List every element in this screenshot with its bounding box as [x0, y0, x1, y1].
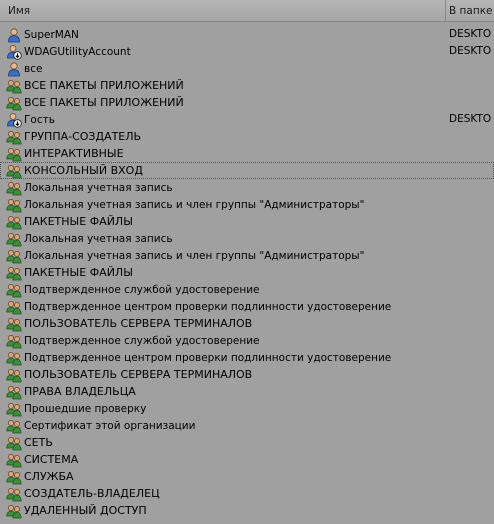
group-icon: [6, 350, 22, 366]
list-item[interactable]: ПОЛЬЗОВАТЕЛЬ СЕРВЕРА ТЕРМИНАЛОВ: [0, 315, 494, 332]
list-item[interactable]: Локальная учетная запись: [0, 230, 494, 247]
group-icon: [6, 316, 22, 332]
user-icon: [6, 27, 22, 43]
list-item-name: Подтвержденное центром проверки подлинно…: [24, 300, 392, 313]
group-icon: [6, 503, 22, 519]
group-icon: [6, 486, 22, 502]
user-group-list[interactable]: SuperMAN DESKTO WDAGUtilityAccount DESKTO вс…: [0, 22, 494, 524]
list-item[interactable]: WDAGUtilityAccount DESKTO: [0, 43, 494, 60]
list-item-name: ГРУППА-СОЗДАТЕЛЬ: [24, 130, 142, 143]
group-icon: [6, 163, 22, 179]
group-icon: [6, 469, 22, 485]
list-item[interactable]: КОНСОЛЬНЫЙ ВХОД: [0, 162, 494, 179]
group-icon: [6, 214, 22, 230]
list-item[interactable]: СЕТЬ: [0, 434, 494, 451]
list-item[interactable]: Подтвержденное центром проверки подлинно…: [0, 349, 494, 366]
group-icon: [6, 265, 22, 281]
list-item[interactable]: СЛУЖБА: [0, 468, 494, 485]
list-item[interactable]: ИНТЕРАКТИВНЫЕ: [0, 145, 494, 162]
list-item[interactable]: SuperMAN DESKTO: [0, 26, 494, 43]
list-item-name: Подтвержденное службой удостоверение: [24, 334, 260, 347]
list-item-name: Локальная учетная запись и член группы "…: [24, 249, 365, 262]
list-item-name: СОЗДАТЕЛЬ-ВЛАДЕЛЕЦ: [24, 487, 160, 500]
list-item-name: Подтвержденное центром проверки подлинно…: [24, 351, 392, 364]
group-icon: [6, 452, 22, 468]
list-item-name: ИНТЕРАКТИВНЫЕ: [24, 147, 124, 160]
list-item-name: СЕТЬ: [24, 436, 53, 449]
group-icon: [6, 78, 22, 94]
list-item-name: СЛУЖБА: [24, 470, 74, 483]
list-item[interactable]: ПАКЕТНЫЕ ФАЙЛЫ: [0, 213, 494, 230]
list-item-name: Прошедшие проверку: [24, 402, 147, 415]
list-item[interactable]: ПРАВА ВЛАДЕЛЬЦА: [0, 383, 494, 400]
group-icon: [6, 367, 22, 383]
list-item[interactable]: все: [0, 60, 494, 77]
list-item[interactable]: СОЗДАТЕЛЬ-ВЛАДЕЛЕЦ: [0, 485, 494, 502]
list-item-name: ПОЛЬЗОВАТЕЛЬ СЕРВЕРА ТЕРМИНАЛОВ: [24, 368, 253, 381]
list-item[interactable]: ПОЛЬЗОВАТЕЛЬ СЕРВЕРА ТЕРМИНАЛОВ: [0, 366, 494, 383]
list-item[interactable]: Подтвержденное службой удостоверение: [0, 332, 494, 349]
group-icon: [6, 231, 22, 247]
group-icon: [6, 248, 22, 264]
list-item[interactable]: Локальная учетная запись: [0, 179, 494, 196]
user-icon: [6, 61, 22, 77]
list-item-name: WDAGUtilityAccount: [24, 45, 131, 58]
list-item[interactable]: Подтвержденное службой удостоверение: [0, 281, 494, 298]
column-header-name[interactable]: Имя: [0, 0, 446, 21]
list-item-folder: DESKTO: [449, 28, 492, 40]
list-item[interactable]: СИСТЕМА: [0, 451, 494, 468]
list-item-name: Подтвержденное службой удостоверение: [24, 283, 260, 296]
list-item-name: Гость: [24, 113, 55, 126]
column-header-folder[interactable]: В папке: [447, 0, 494, 21]
list-item-name: ПРАВА ВЛАДЕЛЬЦА: [24, 385, 136, 398]
list-item-name: Локальная учетная запись: [24, 232, 173, 245]
list-item[interactable]: ВСЕ ПАКЕТЫ ПРИЛОЖЕНИЙ: [0, 77, 494, 94]
list-item-name: СИСТЕМА: [24, 453, 79, 466]
list-item-name: ПОЛЬЗОВАТЕЛЬ СЕРВЕРА ТЕРМИНАЛОВ: [24, 317, 253, 330]
group-icon: [6, 401, 22, 417]
list-item[interactable]: УДАЛЕННЫЙ ДОСТУП: [0, 502, 494, 519]
list-item[interactable]: Подтвержденное центром проверки подлинно…: [0, 298, 494, 315]
list-item-name: ВСЕ ПАКЕТЫ ПРИЛОЖЕНИЙ: [24, 96, 184, 109]
list-item-name: Сертификат этой организации: [24, 419, 196, 432]
list-item-name: ВСЕ ПАКЕТЫ ПРИЛОЖЕНИЙ: [24, 79, 184, 92]
list-item-name: УДАЛЕННЫЙ ДОСТУП: [24, 504, 147, 517]
group-icon: [6, 95, 22, 111]
list-item-name: КОНСОЛЬНЫЙ ВХОД: [24, 164, 143, 177]
list-item-name: все: [24, 62, 43, 75]
group-icon: [6, 180, 22, 196]
group-icon: [6, 197, 22, 213]
group-icon: [6, 418, 22, 434]
list-item[interactable]: Локальная учетная запись и член группы "…: [0, 196, 494, 213]
column-header-bar: Имя В папке: [0, 0, 494, 22]
list-item-name: ПАКЕТНЫЕ ФАЙЛЫ: [24, 266, 133, 279]
list-item-name: ПАКЕТНЫЕ ФАЙЛЫ: [24, 215, 133, 228]
group-icon: [6, 146, 22, 162]
list-item-name: Локальная учетная запись и член группы "…: [24, 198, 365, 211]
group-icon: [6, 435, 22, 451]
group-icon: [6, 282, 22, 298]
list-item[interactable]: ВСЕ ПАКЕТЫ ПРИЛОЖЕНИЙ: [0, 94, 494, 111]
list-item[interactable]: Прошедшие проверку: [0, 400, 494, 417]
list-item-folder: DESKTO: [449, 45, 492, 57]
list-item[interactable]: Локальная учетная запись и член группы "…: [0, 247, 494, 264]
group-icon: [6, 129, 22, 145]
group-icon: [6, 333, 22, 349]
list-item-name: Локальная учетная запись: [24, 181, 173, 194]
list-item[interactable]: ГРУППА-СОЗДАТЕЛЬ: [0, 128, 494, 145]
list-item-name: SuperMAN: [24, 28, 79, 41]
list-item[interactable]: Гость DESKTO: [0, 111, 494, 128]
group-icon: [6, 384, 22, 400]
user-disabled-icon: [6, 44, 22, 60]
list-item-folder: DESKTO: [449, 113, 492, 125]
list-item[interactable]: Сертификат этой организации: [0, 417, 494, 434]
group-icon: [6, 299, 22, 315]
user-disabled-icon: [6, 112, 22, 128]
list-item[interactable]: ПАКЕТНЫЕ ФАЙЛЫ: [0, 264, 494, 281]
